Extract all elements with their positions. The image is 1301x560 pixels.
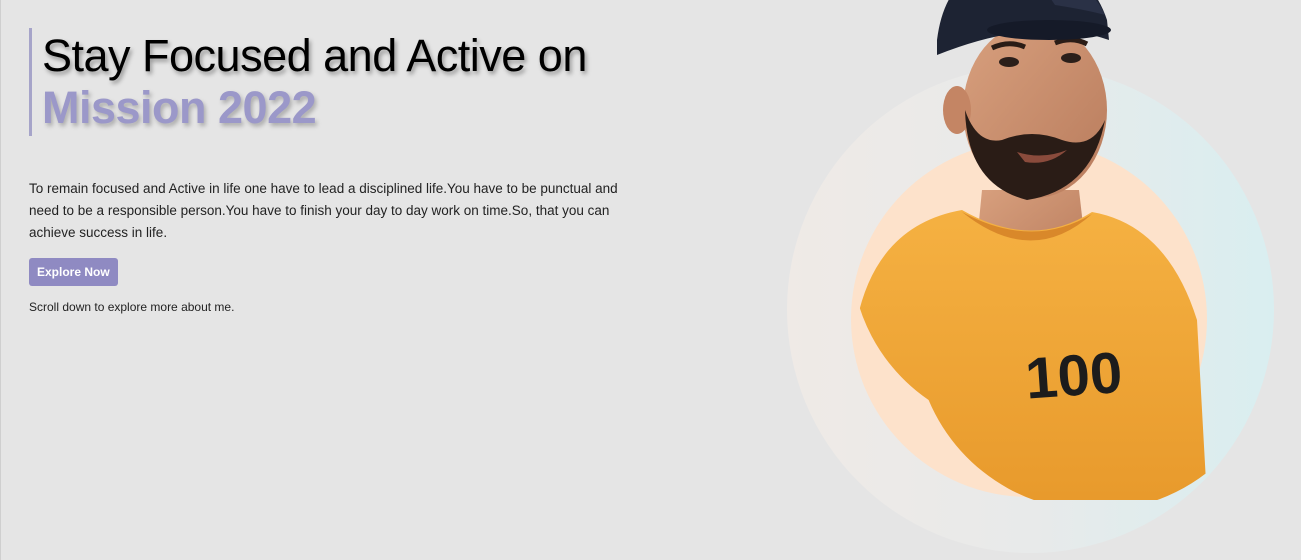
- scroll-hint: Scroll down to explore more about me.: [29, 300, 235, 314]
- explore-now-button[interactable]: Explore Now: [29, 258, 118, 286]
- shirt-print: 100: [1023, 340, 1124, 412]
- page-left-edge: [0, 0, 1, 560]
- headline-line-1: Stay Focused and Active on: [42, 30, 587, 81]
- hero-description: To remain focused and Active in life one…: [29, 181, 618, 240]
- hero-section: Stay Focused and Active on Mission 2022 …: [29, 28, 649, 314]
- headline-line-2: Mission 2022: [42, 82, 317, 133]
- person-photo: 100: [847, 0, 1207, 500]
- shirt-text: 100: [1023, 340, 1124, 412]
- hero-headline: Stay Focused and Active on Mission 2022: [29, 28, 649, 136]
- profile-portrait: 100: [787, 0, 1274, 553]
